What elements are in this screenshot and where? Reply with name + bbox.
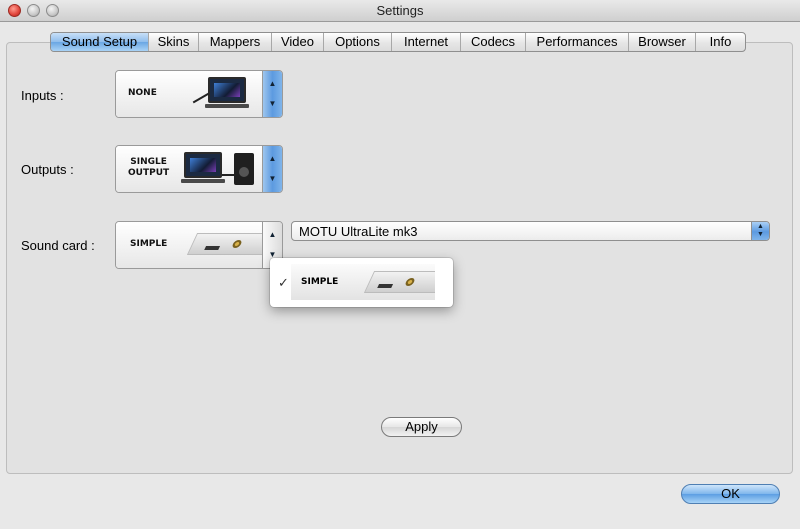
audio-jack-icon — [363, 271, 435, 293]
title-bar: Settings — [0, 0, 800, 22]
stepper-down-icon[interactable]: ▼ — [263, 174, 282, 184]
outputs-label: Outputs : — [21, 162, 74, 177]
menu-item-label: SIMPLE — [301, 277, 339, 287]
outputs-value: SINGLE OUTPUT — [128, 157, 169, 179]
inputs-value: NONE — [128, 88, 157, 98]
tab-skins[interactable]: Skins — [149, 33, 199, 51]
window-title: Settings — [376, 3, 424, 18]
inputs-popup[interactable]: NONE ▲ ▼ — [115, 70, 283, 118]
soundcard-menu: ✓ SIMPLE — [270, 258, 453, 307]
sound-device-value: MOTU UltraLite mk3 — [299, 224, 418, 239]
laptop-icon — [184, 152, 222, 178]
outputs-value-line1: SINGLE — [130, 157, 167, 167]
tab-bar: Sound Setup Skins Mappers Video Options … — [50, 32, 746, 52]
tab-performances[interactable]: Performances — [526, 33, 629, 51]
inputs-label: Inputs : — [21, 88, 64, 103]
speaker-icon — [234, 153, 254, 185]
tab-mappers[interactable]: Mappers — [199, 33, 272, 51]
inputs-image: NONE — [116, 71, 262, 117]
stepper-down-icon[interactable]: ▼ — [263, 99, 282, 109]
tab-info[interactable]: Info — [696, 33, 745, 51]
stepper-up-icon[interactable]: ▲ — [263, 79, 282, 89]
sound-device-select[interactable]: MOTU UltraLite mk3 ▲ ▼ — [291, 221, 770, 241]
stepper-up-icon[interactable]: ▲ — [263, 230, 282, 240]
apply-button[interactable]: Apply — [381, 417, 462, 437]
laptop-icon — [208, 77, 246, 103]
tab-internet[interactable]: Internet — [392, 33, 461, 51]
outputs-value-line2: OUTPUT — [128, 168, 170, 178]
menu-item-simple[interactable]: SIMPLE — [291, 264, 435, 300]
tab-video[interactable]: Video — [272, 33, 324, 51]
soundcard-label: Sound card : — [21, 238, 95, 253]
laptop-base-icon — [205, 104, 249, 108]
outputs-stepper[interactable]: ▲ ▼ — [262, 146, 282, 192]
outputs-popup[interactable]: SINGLE OUTPUT ▲ ▼ — [115, 145, 283, 193]
tab-codecs[interactable]: Codecs — [461, 33, 526, 51]
outputs-image: SINGLE OUTPUT — [116, 146, 262, 192]
tab-browser[interactable]: Browser — [629, 33, 696, 51]
inputs-stepper[interactable]: ▲ ▼ — [262, 71, 282, 117]
checkmark-icon: ✓ — [278, 275, 289, 290]
ok-button[interactable]: OK — [681, 484, 780, 504]
stepper-up-icon[interactable]: ▲ — [263, 154, 282, 164]
laptop-base-icon — [181, 179, 225, 183]
cable-icon — [192, 92, 210, 104]
tab-sound-setup[interactable]: Sound Setup — [51, 33, 149, 51]
soundcard-image: SIMPLE — [116, 222, 278, 268]
tab-options[interactable]: Options — [324, 33, 392, 51]
chevron-updown-icon[interactable]: ▲ ▼ — [751, 222, 769, 240]
soundcard-value: SIMPLE — [130, 239, 168, 249]
soundcard-popup[interactable]: SIMPLE ▲ ▼ — [115, 221, 283, 269]
